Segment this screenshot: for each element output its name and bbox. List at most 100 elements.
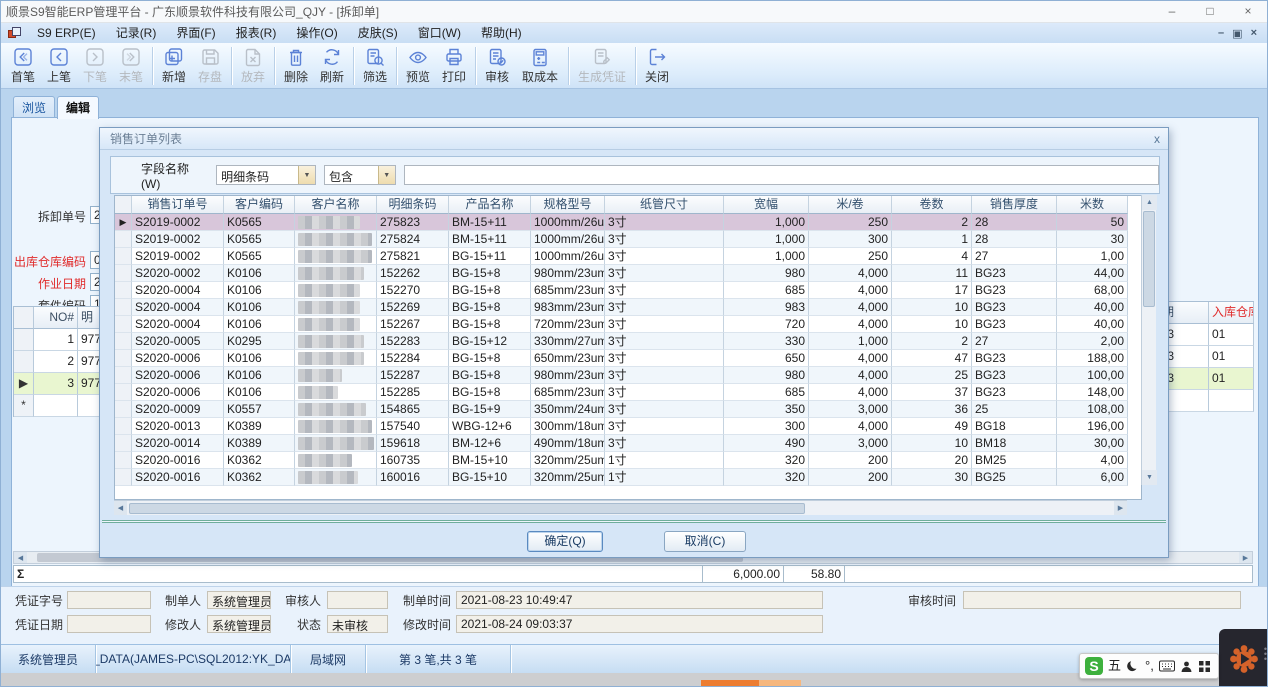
grid-cell[interactable]: S2020-0013 xyxy=(132,418,224,435)
ime-mode-chinese[interactable]: 五 xyxy=(1108,657,1121,675)
grid-cell[interactable]: 330mm/27um... xyxy=(531,333,605,350)
grid-cell[interactable]: S2020-0004 xyxy=(132,299,224,316)
grid-cell[interactable]: BG23 xyxy=(972,282,1057,299)
grid-cell[interactable]: 27 xyxy=(972,248,1057,265)
grid-cell[interactable]: 650 xyxy=(724,350,809,367)
grid-column-header-2[interactable]: 客户编码 xyxy=(224,196,295,214)
grid-cell[interactable]: 28 xyxy=(972,214,1057,231)
grid-cell[interactable] xyxy=(295,214,377,231)
grid-cell[interactable] xyxy=(295,316,377,333)
grid-cell[interactable]: BG-15+12 xyxy=(449,333,531,350)
moon-icon[interactable] xyxy=(1126,659,1140,673)
grid-cell[interactable]: 320mm/25um... xyxy=(531,452,605,469)
left-grid-row-0[interactable]: 197792 xyxy=(14,329,111,351)
mdi-close-icon[interactable]: × xyxy=(1251,27,1257,40)
grid-cell[interactable]: 160735 xyxy=(377,452,449,469)
left-grid-row-2[interactable]: ▶397792 xyxy=(14,373,111,395)
grid-cell[interactable]: 160016 xyxy=(377,469,449,486)
grid-cell[interactable]: 980 xyxy=(724,265,809,282)
grid-cell[interactable]: BG23 xyxy=(972,384,1057,401)
grid-cell[interactable]: 40,00 xyxy=(1057,316,1128,333)
grid-cell[interactable]: 980 xyxy=(724,367,809,384)
grid-cell[interactable]: 1,00 xyxy=(1057,248,1128,265)
grid-cell[interactable]: 275824 xyxy=(377,231,449,248)
toolbar-button-7[interactable]: 删除 xyxy=(278,45,314,87)
grid-cell[interactable]: S2019-0002 xyxy=(132,231,224,248)
grid-cell[interactable]: 6,00 xyxy=(1057,469,1128,486)
grid-cell[interactable]: 3寸 xyxy=(605,350,724,367)
grid-cell[interactable]: 650mm/23um... xyxy=(531,350,605,367)
grid-row-4[interactable]: S2020-0004K0106152270BG-15+8685mm/23um..… xyxy=(115,282,1141,299)
toolbox-grid-icon[interactable] xyxy=(1198,660,1211,673)
maximize-icon[interactable]: □ xyxy=(1191,1,1229,22)
grid-cell[interactable]: K0106 xyxy=(224,384,295,401)
grid-cell[interactable]: 350mm/24um... xyxy=(531,401,605,418)
chevron-down-icon[interactable]: ▼ xyxy=(378,166,395,184)
grid-cell[interactable]: 47 xyxy=(892,350,972,367)
grid-cell[interactable]: 152269 xyxy=(377,299,449,316)
grid-cell[interactable]: 350 xyxy=(724,401,809,418)
grid-cell[interactable] xyxy=(295,469,377,486)
grid-cell[interactable]: 4,000 xyxy=(809,418,892,435)
ok-button[interactable]: 确定(Q) xyxy=(527,531,603,552)
grid-cell[interactable]: 3寸 xyxy=(605,282,724,299)
grid-cell[interactable]: 3寸 xyxy=(605,333,724,350)
grid-row-0[interactable]: ▶S2019-0002K0565275823BM-15+111000mm/26u… xyxy=(115,214,1141,231)
corner-app-overlay[interactable]: ••• xyxy=(1219,629,1268,687)
grid-cell[interactable]: 4,000 xyxy=(809,367,892,384)
grid-cell[interactable]: 3寸 xyxy=(605,299,724,316)
grid-cell[interactable] xyxy=(295,299,377,316)
grid-column-header-11[interactable]: 销售厚度 xyxy=(972,196,1057,214)
grid-cell[interactable]: BG-15+8 xyxy=(449,265,531,282)
grid-cell[interactable] xyxy=(295,265,377,282)
menu-item-2[interactable]: 界面(F) xyxy=(166,23,225,43)
grid-cell[interactable]: 152267 xyxy=(377,316,449,333)
grid-cell[interactable] xyxy=(295,333,377,350)
grid-cell[interactable]: BG-15+8 xyxy=(449,316,531,333)
grid-cell[interactable]: S2020-0002 xyxy=(132,265,224,282)
grid-cell[interactable]: S2020-0006 xyxy=(132,384,224,401)
grid-cell[interactable]: S2020-0009 xyxy=(132,401,224,418)
grid-cell[interactable]: 685mm/23um... xyxy=(531,384,605,401)
grid-row-8[interactable]: S2020-0006K0106152284BG-15+8650mm/23um..… xyxy=(115,350,1141,367)
grid-cell[interactable]: 1,000 xyxy=(724,214,809,231)
grid-cell[interactable]: S2020-0016 xyxy=(132,469,224,486)
grid-cell[interactable]: 300mm/18um... xyxy=(531,418,605,435)
grid-cell[interactable]: S2020-0005 xyxy=(132,333,224,350)
grid-column-header-4[interactable]: 明细条码 xyxy=(377,196,449,214)
grid-row-6[interactable]: S2020-0004K0106152267BG-15+8720mm/23um..… xyxy=(115,316,1141,333)
grid-cell[interactable]: BG18 xyxy=(972,418,1057,435)
grid-cell[interactable]: K0565 xyxy=(224,248,295,265)
grid-cell[interactable]: 11 xyxy=(892,265,972,282)
menu-item-1[interactable]: 记录(R) xyxy=(106,23,167,43)
grid-cell[interactable]: BG-15+8 xyxy=(449,299,531,316)
grid-column-header-6[interactable]: 规格型号 xyxy=(531,196,605,214)
grid-cell[interactable]: 2 xyxy=(892,333,972,350)
grid-cell[interactable]: 157540 xyxy=(377,418,449,435)
grid-cell[interactable]: WBG-12+6 xyxy=(449,418,531,435)
grid-cell[interactable]: 685 xyxy=(724,384,809,401)
grid-cell[interactable]: 300 xyxy=(809,231,892,248)
scroll-left-icon[interactable]: ◀ xyxy=(114,501,127,515)
filter-operator-combobox[interactable]: 包含 ▼ xyxy=(324,165,396,185)
grid-cell[interactable]: 980mm/23um... xyxy=(531,265,605,282)
grid-cell[interactable]: 49 xyxy=(892,418,972,435)
grid-row-14[interactable]: S2020-0016K0362160735BM-15+10320mm/25um.… xyxy=(115,452,1141,469)
grid-cell[interactable]: K0362 xyxy=(224,452,295,469)
grid-cell[interactable]: 10 xyxy=(892,299,972,316)
grid-cell[interactable]: BG23 xyxy=(972,265,1057,282)
grid-cell[interactable]: 983mm/23um... xyxy=(531,299,605,316)
grid-cell[interactable] xyxy=(295,418,377,435)
grid-cell[interactable]: K0557 xyxy=(224,401,295,418)
grid-cell[interactable]: 152284 xyxy=(377,350,449,367)
grid-hscrollbar[interactable]: ◀ ▶ xyxy=(114,500,1127,515)
menu-item-3[interactable]: 报表(R) xyxy=(226,23,287,43)
grid-cell[interactable]: BM-12+6 xyxy=(449,435,531,452)
keyboard-icon[interactable] xyxy=(1159,660,1175,672)
grid-cell[interactable]: 4 xyxy=(892,248,972,265)
toolbar-button-1[interactable]: 上笔 xyxy=(41,45,77,87)
grid-cell[interactable] xyxy=(295,367,377,384)
grid-cell[interactable]: 108,00 xyxy=(1057,401,1128,418)
toolbar-button-11[interactable]: 打印 xyxy=(436,45,472,87)
hscroll-thumb[interactable] xyxy=(129,503,805,514)
